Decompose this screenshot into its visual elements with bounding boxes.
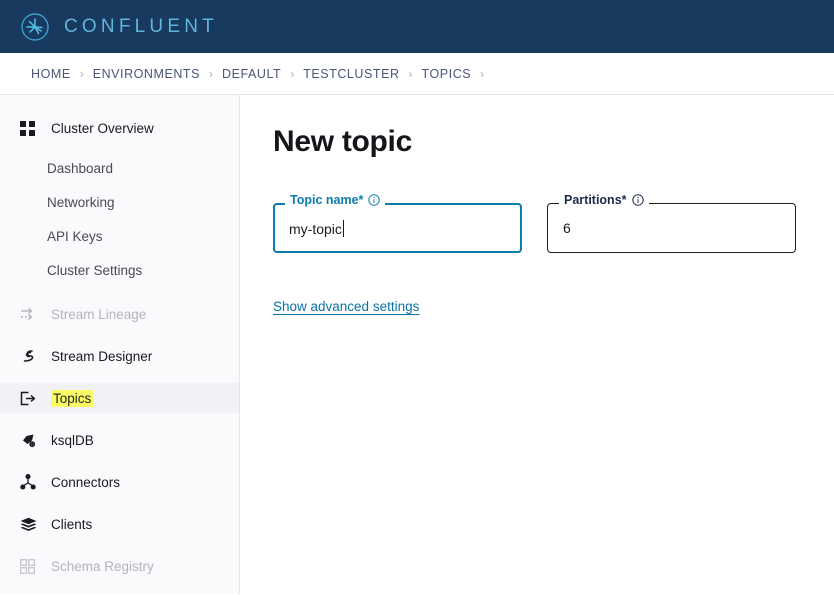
sidebar-item-label: Cluster Overview [51, 120, 154, 136]
sidebar-item-ksqldb[interactable]: ksqlDB [0, 425, 239, 455]
sidebar-nav: Cluster Overview Dashboard Networking AP… [0, 95, 240, 594]
grid-squares-icon [20, 120, 42, 136]
stream-flow-icon [20, 348, 42, 364]
sidebar-item-schema-registry[interactable]: Schema Registry [0, 551, 239, 581]
sidebar-item-label: Stream Designer [51, 348, 153, 364]
partitions-label: Partitions* [564, 193, 627, 207]
sidebar-item-cluster-settings[interactable]: Cluster Settings [0, 257, 239, 283]
text-cursor [342, 220, 344, 237]
info-circle-icon[interactable] [631, 194, 644, 206]
show-advanced-settings-link[interactable]: Show advanced settings [273, 299, 419, 314]
partitions-field[interactable]: Partitions* 6 [547, 194, 796, 253]
sidebar-item-label: Clients [51, 516, 93, 532]
sidebar-item-label: Dashboard [47, 160, 114, 176]
form-field-row: Topic name* my-topic Partitions* 6 [273, 194, 834, 253]
sidebar-item-label: Stream Lineage [51, 306, 147, 322]
sidebar-item-label: Topics [51, 389, 94, 407]
breadcrumb-item-testcluster[interactable]: TESTCLUSTER [303, 67, 399, 81]
info-circle-icon[interactable] [368, 194, 381, 206]
topic-name-field[interactable]: Topic name* my-topic [273, 194, 522, 253]
connectors-hub-icon [20, 474, 42, 490]
schema-grid-icon [20, 558, 42, 574]
topic-name-value-wrap: my-topic [289, 220, 344, 237]
partitions-legend: Partitions* [559, 194, 649, 207]
breadcrumb-item-topics[interactable]: TOPICS [422, 67, 472, 81]
sidebar-item-label: Schema Registry [51, 558, 154, 574]
page-title: New topic [273, 125, 412, 158]
ksqldb-pen-icon [20, 432, 42, 448]
main-content: New topic Topic name* my-topic Partition… [240, 95, 834, 594]
sidebar-item-connectors[interactable]: Connectors [0, 467, 239, 497]
breadcrumb-separator-icon: › [209, 66, 214, 81]
clients-stack-icon [20, 517, 42, 532]
topics-arrow-out-icon [20, 391, 42, 406]
sidebar-item-cluster-overview[interactable]: Cluster Overview [0, 113, 239, 143]
sidebar-item-label: API Keys [47, 228, 103, 244]
top-navbar: CONFLUENT [0, 0, 834, 53]
sidebar-item-clients[interactable]: Clients [0, 509, 239, 539]
sidebar-item-api-keys[interactable]: API Keys [0, 223, 239, 249]
sidebar-item-label: Cluster Settings [47, 262, 143, 278]
breadcrumb-separator-icon: › [79, 66, 84, 81]
breadcrumb-item-environments[interactable]: ENVIRONMENTS [93, 67, 200, 81]
breadcrumb-item-default[interactable]: DEFAULT [222, 67, 281, 81]
arrows-right-icon [20, 307, 42, 321]
sidebar-item-stream-designer[interactable]: Stream Designer [0, 341, 239, 371]
breadcrumb-item-home[interactable]: HOME [31, 67, 71, 81]
partitions-field-outline [547, 203, 796, 253]
breadcrumb-separator-icon: › [408, 66, 413, 81]
topic-name-legend: Topic name* [285, 193, 386, 207]
sidebar-item-stream-lineage[interactable]: Stream Lineage [0, 299, 239, 329]
topic-name-input[interactable]: my-topic [289, 221, 342, 237]
sidebar-item-label: Networking [47, 194, 115, 210]
sidebar-item-networking[interactable]: Networking [0, 189, 239, 215]
partitions-input[interactable]: 6 [563, 220, 571, 236]
sidebar-item-topics[interactable]: Topics [0, 383, 239, 413]
confluent-starburst-logo-icon[interactable] [20, 12, 50, 42]
sidebar-item-dashboard[interactable]: Dashboard [0, 155, 239, 181]
page-body: Cluster Overview Dashboard Networking AP… [0, 95, 834, 594]
breadcrumb-separator-icon: › [290, 66, 295, 81]
brand-wordmark: CONFLUENT [64, 16, 218, 37]
breadcrumb: HOME › ENVIRONMENTS › DEFAULT › TESTCLUS… [0, 53, 834, 95]
sidebar-item-label: Connectors [51, 474, 121, 490]
sidebar-item-label: ksqlDB [51, 432, 94, 448]
breadcrumb-separator-icon: › [480, 66, 485, 81]
partitions-value-wrap: 6 [563, 220, 571, 236]
topic-name-label: Topic name* [290, 193, 364, 207]
